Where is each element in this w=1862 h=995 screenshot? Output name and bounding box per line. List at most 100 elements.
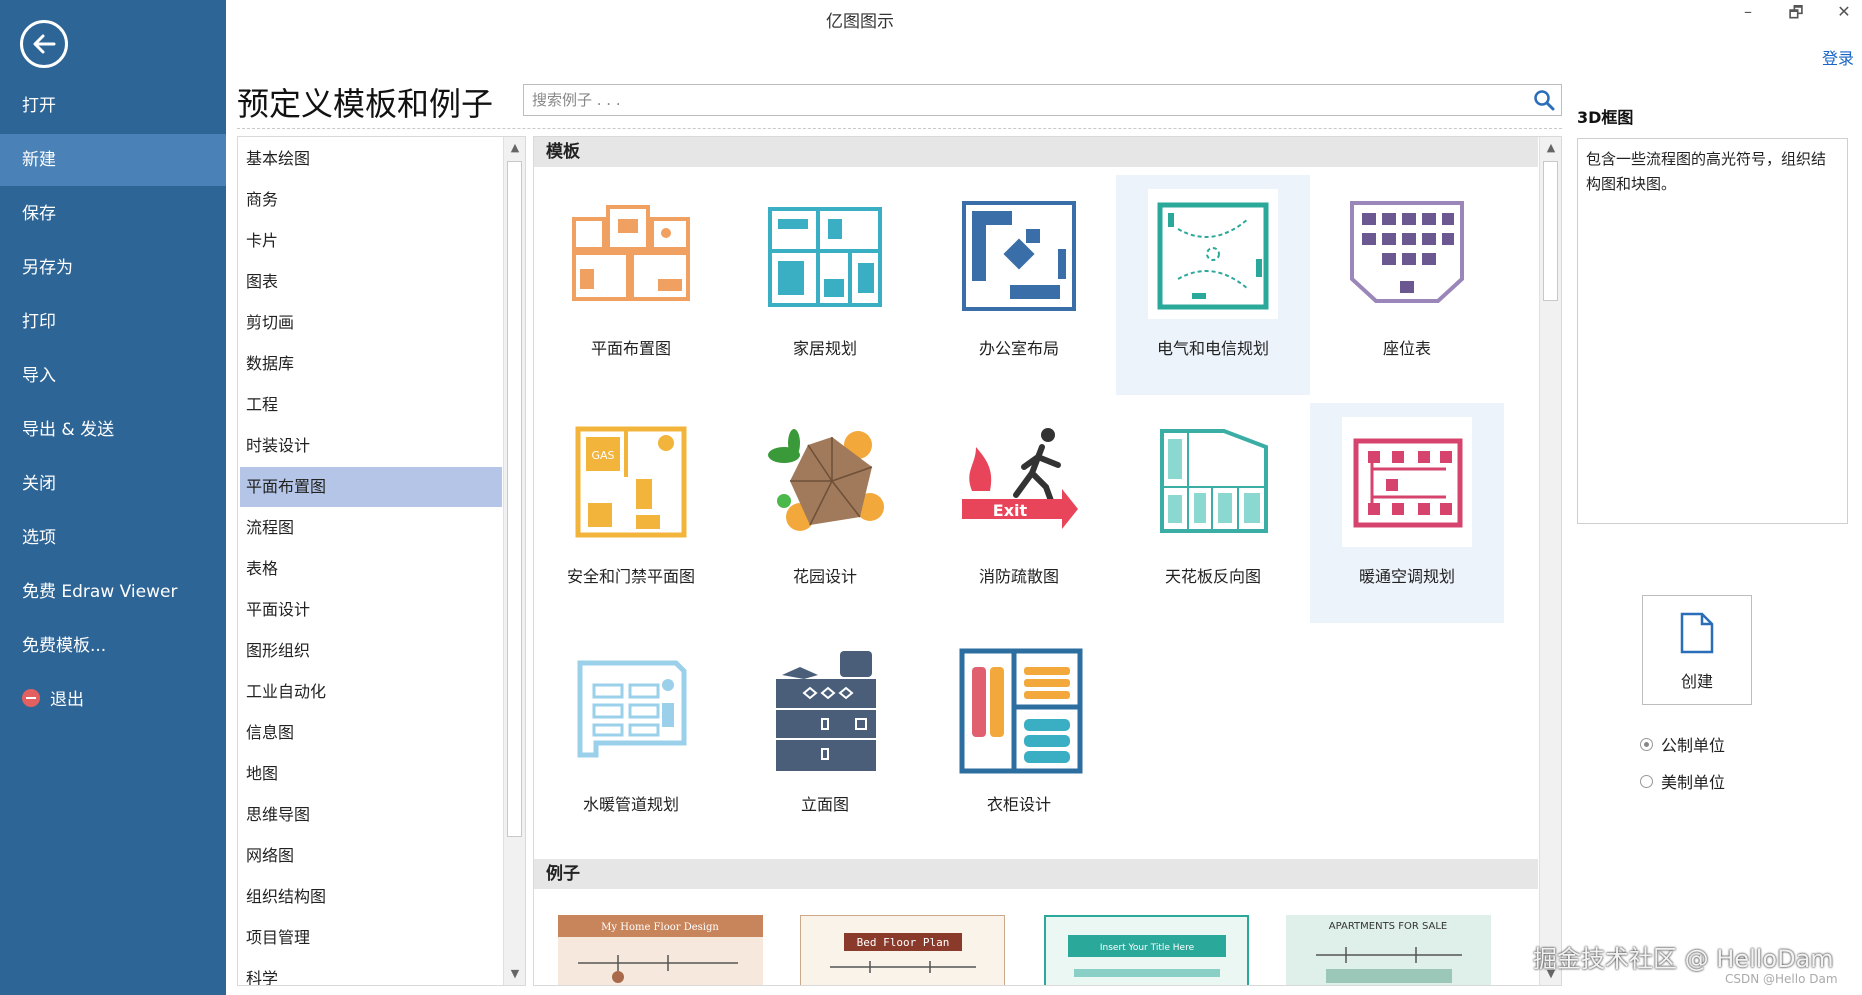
template-gallery: 模板 平面布置图 家居规划 办公室布局 电气和电信规划 座位表 GAS 安全和门…: [533, 136, 1562, 986]
category-item[interactable]: 商务: [240, 180, 502, 220]
electrical-plan-icon: [1148, 189, 1278, 319]
template-label: 衣柜设计: [986, 795, 1051, 814]
sidebar-item-close[interactable]: 关闭: [0, 458, 226, 510]
example-title: My Home Floor Design: [601, 922, 719, 933]
category-item[interactable]: 表格: [240, 549, 502, 589]
template-label: 平面布置图: [590, 339, 671, 358]
template-office-layout[interactable]: 办公室布局: [922, 175, 1116, 395]
scroll-thumb[interactable]: [507, 161, 522, 837]
category-item[interactable]: 组织结构图: [240, 877, 502, 917]
example-home-floor-design[interactable]: My Home Floor Design: [558, 915, 763, 985]
gallery-scrollbar[interactable]: ▲ ▼: [1539, 137, 1561, 985]
template-garden-design[interactable]: 花园设计: [728, 403, 922, 623]
scroll-up-icon[interactable]: ▲: [1540, 137, 1561, 159]
window-title: 亿图图示: [826, 12, 894, 32]
seating-chart-icon: [1342, 189, 1472, 319]
template-electrical-telecom[interactable]: 电气和电信规划: [1116, 175, 1310, 395]
minimize-button[interactable]: –: [1735, 2, 1761, 21]
search-input[interactable]: [530, 85, 1494, 115]
example-title: Insert Your Title Here: [1100, 943, 1195, 953]
category-list: 基本绘图 商务 卡片 图表 剪切画 数据库 工程 时装设计 平面布置图 流程图 …: [237, 136, 526, 986]
preview-title: 3D框图: [1577, 108, 1634, 127]
hvac-plan-icon: [1342, 417, 1472, 547]
sidebar-item-print[interactable]: 打印: [0, 296, 226, 348]
scroll-thumb[interactable]: [1543, 161, 1558, 301]
template-security-access[interactable]: GAS 安全和门禁平面图: [534, 403, 728, 623]
template-elevation[interactable]: 立面图: [728, 631, 922, 851]
template-label: 花园设计: [792, 567, 857, 586]
category-item[interactable]: 剪切画: [240, 303, 502, 343]
sidebar-item-options[interactable]: 选项: [0, 512, 226, 564]
search-box: [523, 84, 1562, 116]
sidebar-item-save-as[interactable]: 另存为: [0, 242, 226, 294]
sidebar-item-open[interactable]: 打开: [0, 80, 226, 132]
sidebar-item-exit[interactable]: 退出: [0, 674, 226, 726]
watermark-small: CSDN @Hello Dam: [1725, 972, 1838, 986]
template-seating-chart[interactable]: 座位表: [1310, 175, 1504, 395]
wardrobe-icon: [954, 645, 1084, 775]
category-item[interactable]: 图表: [240, 262, 502, 302]
office-layout-icon: [954, 189, 1084, 319]
templates-section-header: 模板: [534, 137, 1538, 167]
search-icon[interactable]: [1533, 89, 1555, 115]
category-item[interactable]: 信息图: [240, 713, 502, 753]
example-bed-floor-plan[interactable]: Bed Floor Plan: [800, 915, 1005, 985]
category-item[interactable]: 基本绘图: [240, 139, 502, 179]
metric-units-label: 公制单位: [1661, 736, 1726, 755]
sidebar-item-edraw-viewer[interactable]: 免费 Edraw Viewer: [0, 566, 226, 618]
category-item[interactable]: 卡片: [240, 221, 502, 261]
sidebar-item-export-send[interactable]: 导出 & 发送: [0, 404, 226, 456]
example-apartments-for-sale[interactable]: APARTMENTS FOR SALE: [1286, 915, 1491, 985]
close-button[interactable]: ✕: [1831, 2, 1857, 21]
fire-exit-icon: Exit: [954, 417, 1084, 547]
example-title: Bed Floor Plan: [857, 936, 950, 949]
category-item[interactable]: 平面设计: [240, 590, 502, 630]
category-item[interactable]: 项目管理: [240, 918, 502, 958]
new-document-icon: [1680, 612, 1714, 654]
login-link[interactable]: 登录: [1822, 45, 1854, 69]
plumbing-plan-icon: [566, 645, 696, 775]
category-item[interactable]: 工程: [240, 385, 502, 425]
template-label: 家居规划: [792, 339, 857, 358]
page-title: 预定义模板和例子: [237, 85, 494, 123]
category-item[interactable]: 工业自动化: [240, 672, 502, 712]
exit-sign-text: Exit: [993, 501, 1028, 520]
category-item[interactable]: 数据库: [240, 344, 502, 384]
sidebar-item-new[interactable]: 新建: [0, 134, 226, 186]
template-floor-plan[interactable]: 平面布置图: [534, 175, 728, 395]
scroll-down-icon[interactable]: ▼: [504, 963, 525, 985]
template-label: 座位表: [1382, 339, 1431, 358]
category-item[interactable]: 图形组织: [240, 631, 502, 671]
sidebar-item-free-templates[interactable]: 免费模板...: [0, 620, 226, 672]
category-item[interactable]: 流程图: [240, 508, 502, 548]
sidebar-item-import[interactable]: 导入: [0, 350, 226, 402]
category-item[interactable]: 科学: [240, 959, 502, 985]
template-label: 水暖管道规划: [582, 795, 679, 814]
template-reflected-ceiling[interactable]: 天花板反向图: [1116, 403, 1310, 623]
category-item[interactable]: 思维导图: [240, 795, 502, 835]
restore-button[interactable]: 🗗: [1783, 2, 1809, 29]
example-insert-title[interactable]: Insert Your Title Here: [1044, 915, 1249, 985]
metric-units-radio[interactable]: 公制单位: [1640, 732, 1725, 756]
home-planning-icon: [760, 189, 890, 319]
category-item-floor-plan[interactable]: 平面布置图: [240, 467, 502, 507]
category-item[interactable]: 地图: [240, 754, 502, 794]
template-fire-evacuation[interactable]: Exit 消防疏散图: [922, 403, 1116, 623]
category-scrollbar[interactable]: ▲ ▼: [503, 137, 525, 985]
template-wardrobe-design[interactable]: 衣柜设计: [922, 631, 1116, 851]
template-label: 办公室布局: [978, 339, 1059, 358]
template-label: 天花板反向图: [1164, 567, 1261, 586]
category-item[interactable]: 网络图: [240, 836, 502, 876]
scroll-up-icon[interactable]: ▲: [504, 137, 525, 159]
template-hvac-planning[interactable]: 暖通空调规划: [1310, 403, 1504, 623]
gas-text: GAS: [591, 449, 614, 462]
us-units-radio[interactable]: 美制单位: [1640, 769, 1725, 793]
back-arrow-icon[interactable]: [20, 20, 68, 68]
template-plumbing-planning[interactable]: 水暖管道规划: [534, 631, 728, 851]
create-button[interactable]: 创建: [1642, 595, 1752, 705]
template-home-planning[interactable]: 家居规划: [728, 175, 922, 395]
category-item[interactable]: 时装设计: [240, 426, 502, 466]
floor-plan-icon: [566, 189, 696, 319]
exit-label: 退出: [50, 690, 84, 710]
sidebar-item-save[interactable]: 保存: [0, 188, 226, 240]
